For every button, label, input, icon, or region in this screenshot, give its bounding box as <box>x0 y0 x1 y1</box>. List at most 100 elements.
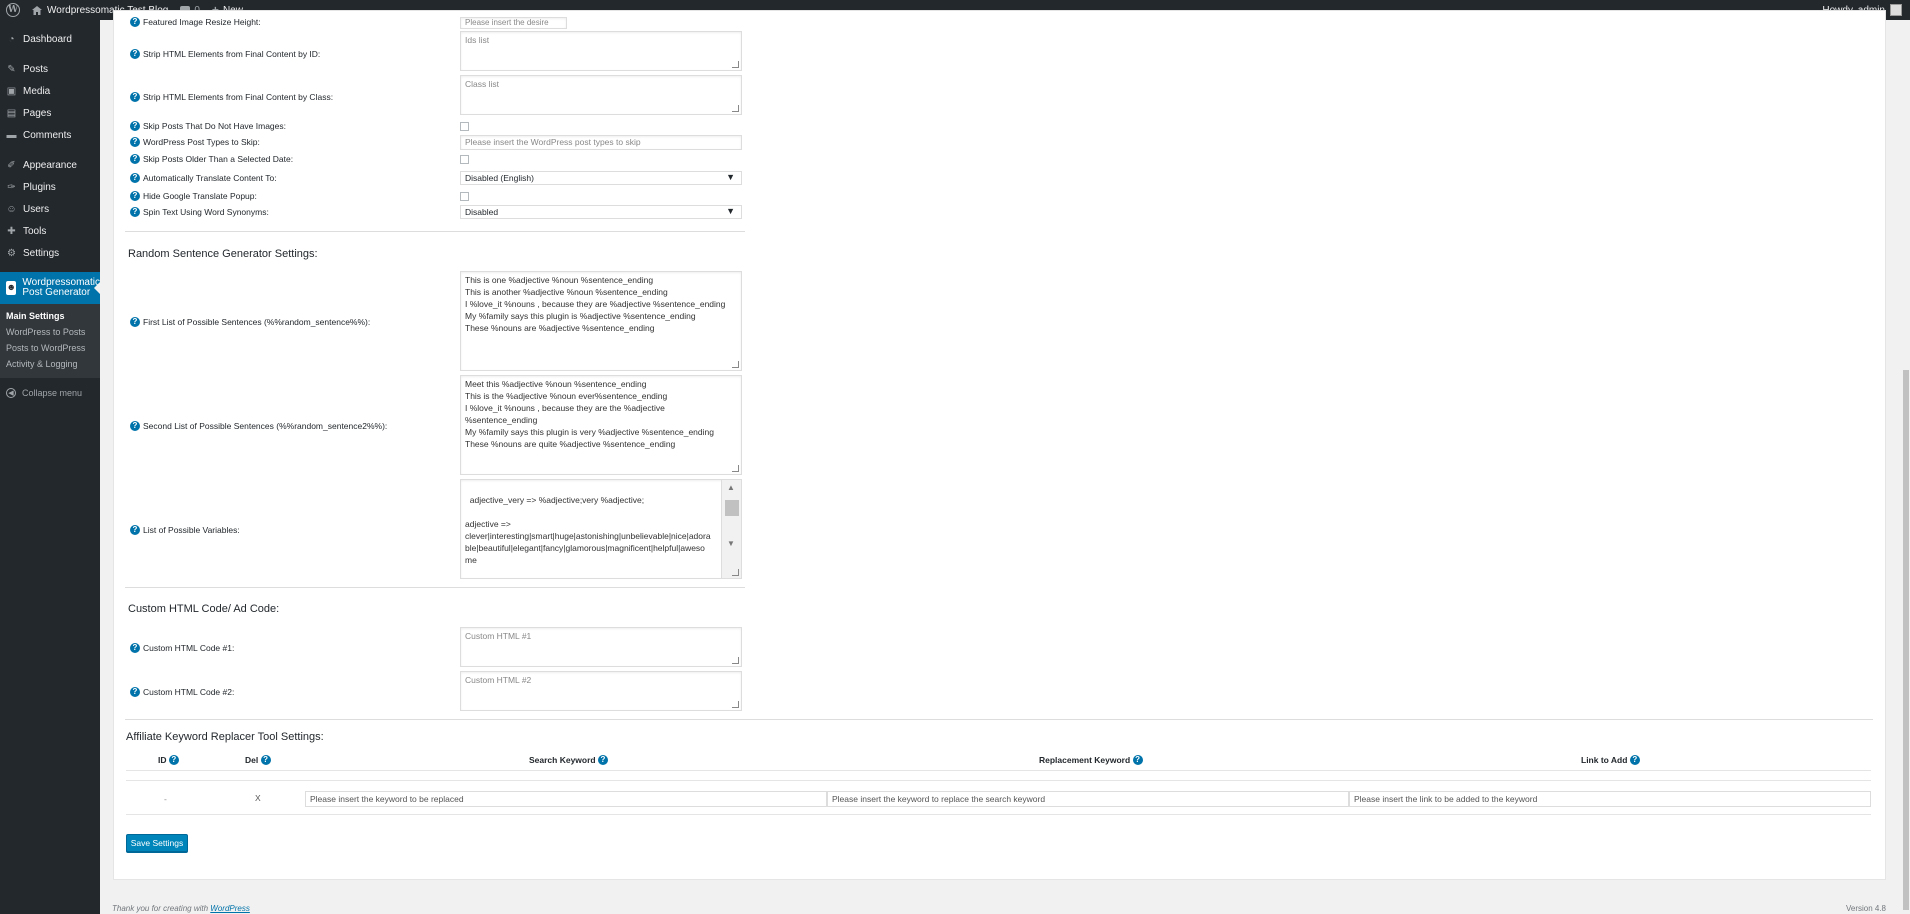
pages-icon: ▤ <box>6 107 17 119</box>
custom-html1-textarea[interactable]: Custom HTML #1 <box>460 627 742 667</box>
settings-icon: ⚙ <box>7 247 16 259</box>
settings-panel <box>113 10 1886 880</box>
dashboard-icon: ◔ <box>8 33 15 45</box>
help-icon[interactable]: ? <box>130 687 140 697</box>
page-scrollbar[interactable] <box>1902 20 1910 914</box>
plugin-robot-icon: ☻ <box>6 281 17 295</box>
sidebar-item-label: Wordpressomatic Post Generator <box>22 277 100 299</box>
users-icon: ☺ <box>6 203 17 215</box>
placeholder-text: Please insert the keyword to be replaced <box>310 794 464 804</box>
help-icon[interactable]: ? <box>130 121 140 131</box>
affiliate-section-title: Affiliate Keyword Replacer Tool Settings… <box>126 731 324 743</box>
sidebar-item-appearance[interactable]: ✐ Appearance <box>0 154 100 176</box>
strip-id-row: ? Strip HTML Elements from Final Content … <box>130 49 320 59</box>
divider <box>125 231 745 232</box>
help-icon[interactable]: ? <box>130 49 140 59</box>
placeholder-text: Please insert the link to be added to th… <box>1354 794 1538 804</box>
sidebar-item-settings[interactable]: ⚙ Settings <box>0 242 100 264</box>
sidebar-item-wordpressomatic[interactable]: ☻ Wordpressomatic Post Generator <box>0 272 100 304</box>
second-sentences-textarea[interactable]: Meet this %adjective %noun %sentence_end… <box>460 375 742 475</box>
divider <box>125 587 745 588</box>
submenu-activity-logging[interactable]: Activity & Logging <box>0 356 100 372</box>
submenu-wordpress-to-posts[interactable]: WordPress to Posts <box>0 324 100 340</box>
save-settings-button[interactable]: Save Settings <box>126 834 188 852</box>
sidebar-item-tools[interactable]: ✚ Tools <box>0 220 100 242</box>
wordpress-logo-menu[interactable]: W <box>0 0 26 20</box>
col-header-replacement: Replacement Keyword ? <box>1039 755 1146 765</box>
col-header-id: ID ? <box>158 755 182 765</box>
sidebar-item-users[interactable]: ☺ Users <box>0 198 100 220</box>
strip-class-textarea[interactable]: Class list <box>460 75 742 115</box>
sidebar-item-media[interactable]: ▣ Media <box>0 80 100 102</box>
strip-id-textarea[interactable]: Ids list <box>460 31 742 71</box>
sidebar-item-label: Pages <box>23 107 52 119</box>
help-icon[interactable]: ? <box>130 92 140 102</box>
collapse-label: Collapse menu <box>22 388 83 398</box>
field-label: Custom HTML Code #1: <box>143 643 235 653</box>
translate-select[interactable]: Disabled (English) ▼ <box>460 171 742 185</box>
first-sentences-textarea[interactable]: This is one %adjective %noun %sentence_e… <box>460 271 742 371</box>
variables-textarea[interactable]: adjective_very => %adjective;very %adjec… <box>460 479 742 579</box>
help-icon[interactable]: ? <box>130 137 140 147</box>
sidebar-item-comments[interactable]: ▬ Comments <box>0 124 100 146</box>
skip-no-images-checkbox[interactable] <box>460 122 469 131</box>
submenu-posts-to-wordpress[interactable]: Posts to WordPress <box>0 340 100 356</box>
field-label: Automatically Translate Content To: <box>143 173 277 183</box>
variables-text: adjective_very => %adjective;very %adjec… <box>465 495 711 565</box>
help-icon[interactable]: ? <box>260 755 271 765</box>
custom-html2-textarea[interactable]: Custom HTML #2 <box>460 671 742 711</box>
help-icon[interactable]: ? <box>130 191 140 201</box>
help-icon[interactable]: ? <box>1132 755 1143 765</box>
strip-class-row: ? Strip HTML Elements from Final Content … <box>130 92 333 102</box>
sidebar-item-label: Appearance <box>23 159 77 171</box>
version-text: Version 4.8 <box>1845 904 1886 913</box>
textarea-scrollbar[interactable]: ▲ ▼ <box>721 480 741 578</box>
spin-select[interactable]: Disabled ▼ <box>460 205 742 219</box>
help-icon[interactable]: ? <box>1629 755 1640 765</box>
variables-row: ? List of Possible Variables: <box>130 525 240 535</box>
help-icon[interactable]: ? <box>130 17 140 27</box>
sidebar-item-dashboard[interactable]: ◔ Dashboard <box>0 28 100 50</box>
spin-row: ? Spin Text Using Word Synonyms: <box>130 207 269 217</box>
field-label: Spin Text Using Word Synonyms: <box>143 207 269 217</box>
skip-older-checkbox[interactable] <box>460 155 469 164</box>
help-icon[interactable]: ? <box>130 317 140 327</box>
help-icon[interactable]: ? <box>130 207 140 217</box>
sidebar-item-plugins[interactable]: ✑ Plugins <box>0 176 100 198</box>
table-divider <box>126 770 1871 771</box>
delete-row-button[interactable]: X <box>255 793 261 803</box>
field-label: List of Possible Variables: <box>143 525 240 535</box>
collapse-menu-button[interactable]: ◀ Collapse menu <box>0 382 100 404</box>
help-icon[interactable]: ? <box>130 173 140 183</box>
help-icon[interactable]: ? <box>130 525 140 535</box>
sidebar-item-pages[interactable]: ▤ Pages <box>0 102 100 124</box>
sidebar-item-label: Users <box>23 203 50 215</box>
sidebar-item-label: Posts <box>23 63 49 75</box>
sidebar-item-posts[interactable]: ✎ Posts <box>0 58 100 80</box>
post-types-input[interactable]: Please insert the WordPress post types t… <box>460 135 742 150</box>
avatar <box>1890 4 1902 16</box>
field-label: Strip HTML Elements from Final Content b… <box>143 49 321 59</box>
col-header-label: Replacement Keyword <box>1039 755 1131 765</box>
second-sentences-row: ? Second List of Possible Sentences (%%ra… <box>130 421 387 431</box>
help-icon[interactable]: ? <box>130 154 140 164</box>
page-scrollbar-thumb[interactable] <box>1903 370 1909 910</box>
placeholder-text: Please insert the desire <box>465 18 549 27</box>
table-divider <box>126 814 1871 815</box>
sidebar-item-label: Dashboard <box>23 33 72 45</box>
featured-height-input[interactable]: Please insert the desire <box>460 17 567 29</box>
search-keyword-input[interactable]: Please insert the keyword to be replaced <box>305 791 827 807</box>
hide-translate-checkbox[interactable] <box>460 192 469 201</box>
replacement-keyword-input[interactable]: Please insert the keyword to replace the… <box>827 791 1349 807</box>
help-icon[interactable]: ? <box>130 643 140 653</box>
scroll-up-arrow-icon[interactable]: ▲ <box>727 482 735 494</box>
featured-height-row: ? Featured Image Resize Height: <box>130 17 261 27</box>
wordpress-link[interactable]: WordPress <box>210 904 250 913</box>
help-icon[interactable]: ? <box>130 421 140 431</box>
scrollbar-thumb[interactable] <box>725 500 739 516</box>
link-to-add-input[interactable]: Please insert the link to be added to th… <box>1349 791 1871 807</box>
help-icon[interactable]: ? <box>598 755 608 765</box>
submenu-main-settings[interactable]: Main Settings <box>0 308 100 324</box>
help-icon[interactable]: ? <box>168 755 179 765</box>
scroll-down-arrow-icon[interactable]: ▼ <box>727 538 735 550</box>
